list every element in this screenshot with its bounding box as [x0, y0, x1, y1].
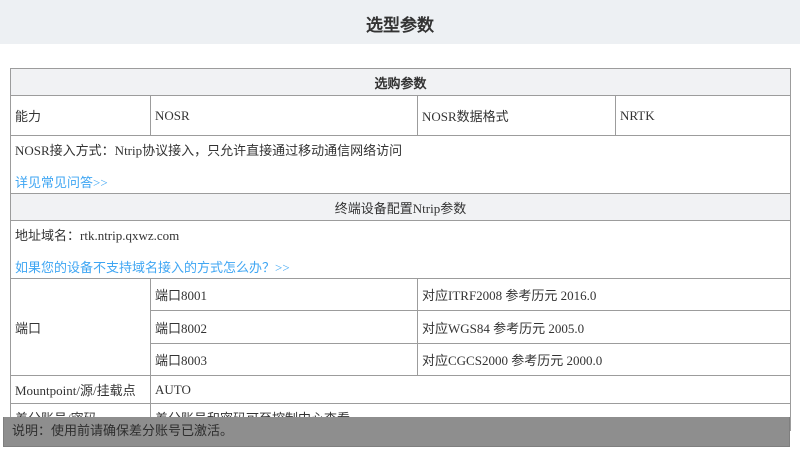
port-8002-desc-cell: 对应WGS84 参考历元 2005.0 [418, 311, 791, 344]
port-row-1: 端口 端口8001 对应ITRF2008 参考历元 2016.0 [11, 279, 791, 311]
nrtk-cell: NRTK [616, 96, 791, 136]
nosr-data-format-cell: NOSR数据格式 [418, 96, 616, 136]
port-8002-cell: 端口8002 [151, 311, 418, 344]
nosr-access-row: NOSR接入方式：Ntrip协议接入，只允许直接通过移动通信网络访问 详见常见问… [11, 136, 791, 194]
purchase-params-header: 选购参数 [11, 69, 791, 96]
capability-label-cell: 能力 [11, 96, 151, 136]
mountpoint-value-cell: AUTO [151, 376, 791, 404]
address-cell: 地址域名：rtk.ntrip.qxwz.com 如果您的设备不支持域名接入的方式… [11, 221, 791, 279]
purchase-params-header-row: 选购参数 [11, 69, 791, 96]
ntrip-config-header: 终端设备配置Ntrip参数 [11, 194, 791, 221]
nosr-cell: NOSR [151, 96, 418, 136]
nosr-access-text: NOSR接入方式：Ntrip协议接入，只允许直接通过移动通信网络访问 [15, 140, 786, 159]
title-band: 选型参数 [0, 0, 800, 44]
mountpoint-label-cell: Mountpoint/源/挂载点 [11, 376, 151, 404]
mountpoint-row: Mountpoint/源/挂载点 AUTO [11, 376, 791, 404]
port-8003-desc-cell: 对应CGCS2000 参考历元 2000.0 [418, 344, 791, 376]
capability-row: 能力 NOSR NOSR数据格式 NRTK [11, 96, 791, 136]
domain-unsupported-link[interactable]: 如果您的设备不支持域名接入的方式怎么办？>> [15, 257, 290, 276]
page-title: 选型参数 [0, 0, 800, 36]
address-row: 地址域名：rtk.ntrip.qxwz.com 如果您的设备不支持域名接入的方式… [11, 221, 791, 279]
port-label-cell: 端口 [11, 279, 151, 376]
port-8003-cell: 端口8003 [151, 344, 418, 376]
activation-note: 说明：使用前请确保差分账号已激活。 [3, 417, 790, 447]
nosr-access-cell: NOSR接入方式：Ntrip协议接入，只允许直接通过移动通信网络访问 详见常见问… [11, 136, 791, 194]
port-8001-desc-cell: 对应ITRF2008 参考历元 2016.0 [418, 279, 791, 311]
faq-link[interactable]: 详见常见问答>> [15, 172, 108, 191]
ntrip-config-header-row: 终端设备配置Ntrip参数 [11, 194, 791, 221]
address-domain-text: 地址域名：rtk.ntrip.qxwz.com [15, 225, 786, 244]
port-8001-cell: 端口8001 [151, 279, 418, 311]
selection-params-table: 选购参数 能力 NOSR NOSR数据格式 NRTK NOSR接入方式：Ntri… [10, 68, 791, 431]
